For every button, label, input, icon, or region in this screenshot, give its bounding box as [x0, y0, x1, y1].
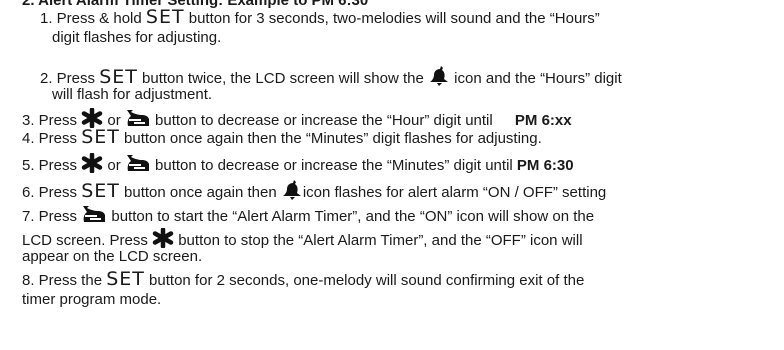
step-7-line-2: LCD screen. Press button to stop the “Al… [22, 228, 583, 250]
alarm-key-icon [81, 204, 107, 224]
step-5-line: 5. Press or button to decrease or increa… [22, 153, 574, 175]
step-1-text-a: 1. Press & hold [40, 10, 146, 27]
step-7-text-b: button to start the “Alert Alarm Timer”,… [107, 208, 595, 225]
asterisk-key-icon [81, 153, 103, 173]
step-7-text-a: 7. Press [22, 208, 82, 225]
step-5-text-c: button to decrease or increase the “Minu… [150, 157, 517, 174]
step-7-text-e: appear on the LCD screen. [22, 248, 203, 265]
step-2-line-1: 2. Press SET button twice, the LCD scree… [40, 66, 622, 88]
alarm-key-icon [125, 108, 151, 128]
step-6-text-b: button once again then [119, 184, 281, 201]
step-2-text-b: button twice, the LCD screen will show t… [137, 70, 428, 87]
step-2-text-d: will flash for adjustment. [52, 86, 213, 103]
step-1-text-c: digit flashes for adjusting. [52, 29, 222, 46]
step-6-text-a: 6. Press [22, 184, 82, 201]
step-7-line-3: appear on the LCD screen. [22, 248, 202, 266]
set-key-label: SET [106, 268, 145, 290]
alarm-key-icon [125, 153, 151, 173]
set-key-label: SET [99, 66, 138, 88]
bell-icon [428, 66, 450, 86]
step-1-line-1: 1. Press & hold SET button for 3 seconds… [40, 6, 600, 28]
step-4-text-a: 4. Press [22, 130, 82, 147]
step-3-target-time: PM 6:xx [514, 112, 572, 129]
step-8-line-1: 8. Press the SET button for 2 seconds, o… [22, 268, 585, 290]
step-5-target-time: PM 6:30 [516, 157, 574, 174]
asterisk-key-icon [152, 228, 174, 248]
step-8-text-b: button for 2 seconds, one-melody will so… [144, 272, 585, 289]
step-7-line-1: 7. Press button to start the “Alert Alar… [22, 204, 594, 226]
step-5-text-a: 5. Press [22, 157, 82, 174]
asterisk-key-icon [81, 108, 103, 128]
step-8-text-c: timer program mode. [22, 291, 162, 308]
step-1-text-b: button for 3 seconds, two-melodies will … [184, 10, 600, 27]
step-3-text-c: button to decrease or increase the “Hour… [150, 112, 497, 129]
step-4-text-b: button once again then the “Minutes” dig… [119, 130, 542, 147]
step-8-line-2: timer program mode. [22, 291, 161, 309]
step-7-text-c: LCD screen. Press [22, 232, 153, 249]
set-key-label: SET [81, 180, 120, 202]
step-2-text-c: icon and the “Hours” digit [450, 70, 622, 87]
step-5-text-b: or [103, 157, 125, 174]
step-3-text-a: 3. Press [22, 112, 82, 129]
bell-icon [281, 180, 303, 200]
set-key-label: SET [81, 126, 120, 148]
step-7-text-d: button to stop the “Alert Alarm Timer”, … [174, 232, 583, 249]
step-8-text-a: 8. Press the [22, 272, 107, 289]
step-2-text-a: 2. Press [40, 70, 100, 87]
set-key-label: SET [145, 6, 185, 28]
step-2-line-2: will flash for adjustment. [52, 86, 212, 104]
step-1-line-2: digit flashes for adjusting. [52, 29, 221, 47]
step-4-line: 4. Press SET button once again then the … [22, 126, 542, 148]
step-6-text-c: icon flashes for alert alarm “ON / OFF” … [302, 184, 607, 201]
instruction-page: 2. Alert Alarm Timer Setting: Example to… [0, 0, 784, 350]
step-6-line: 6. Press SET button once again then icon… [22, 180, 606, 202]
